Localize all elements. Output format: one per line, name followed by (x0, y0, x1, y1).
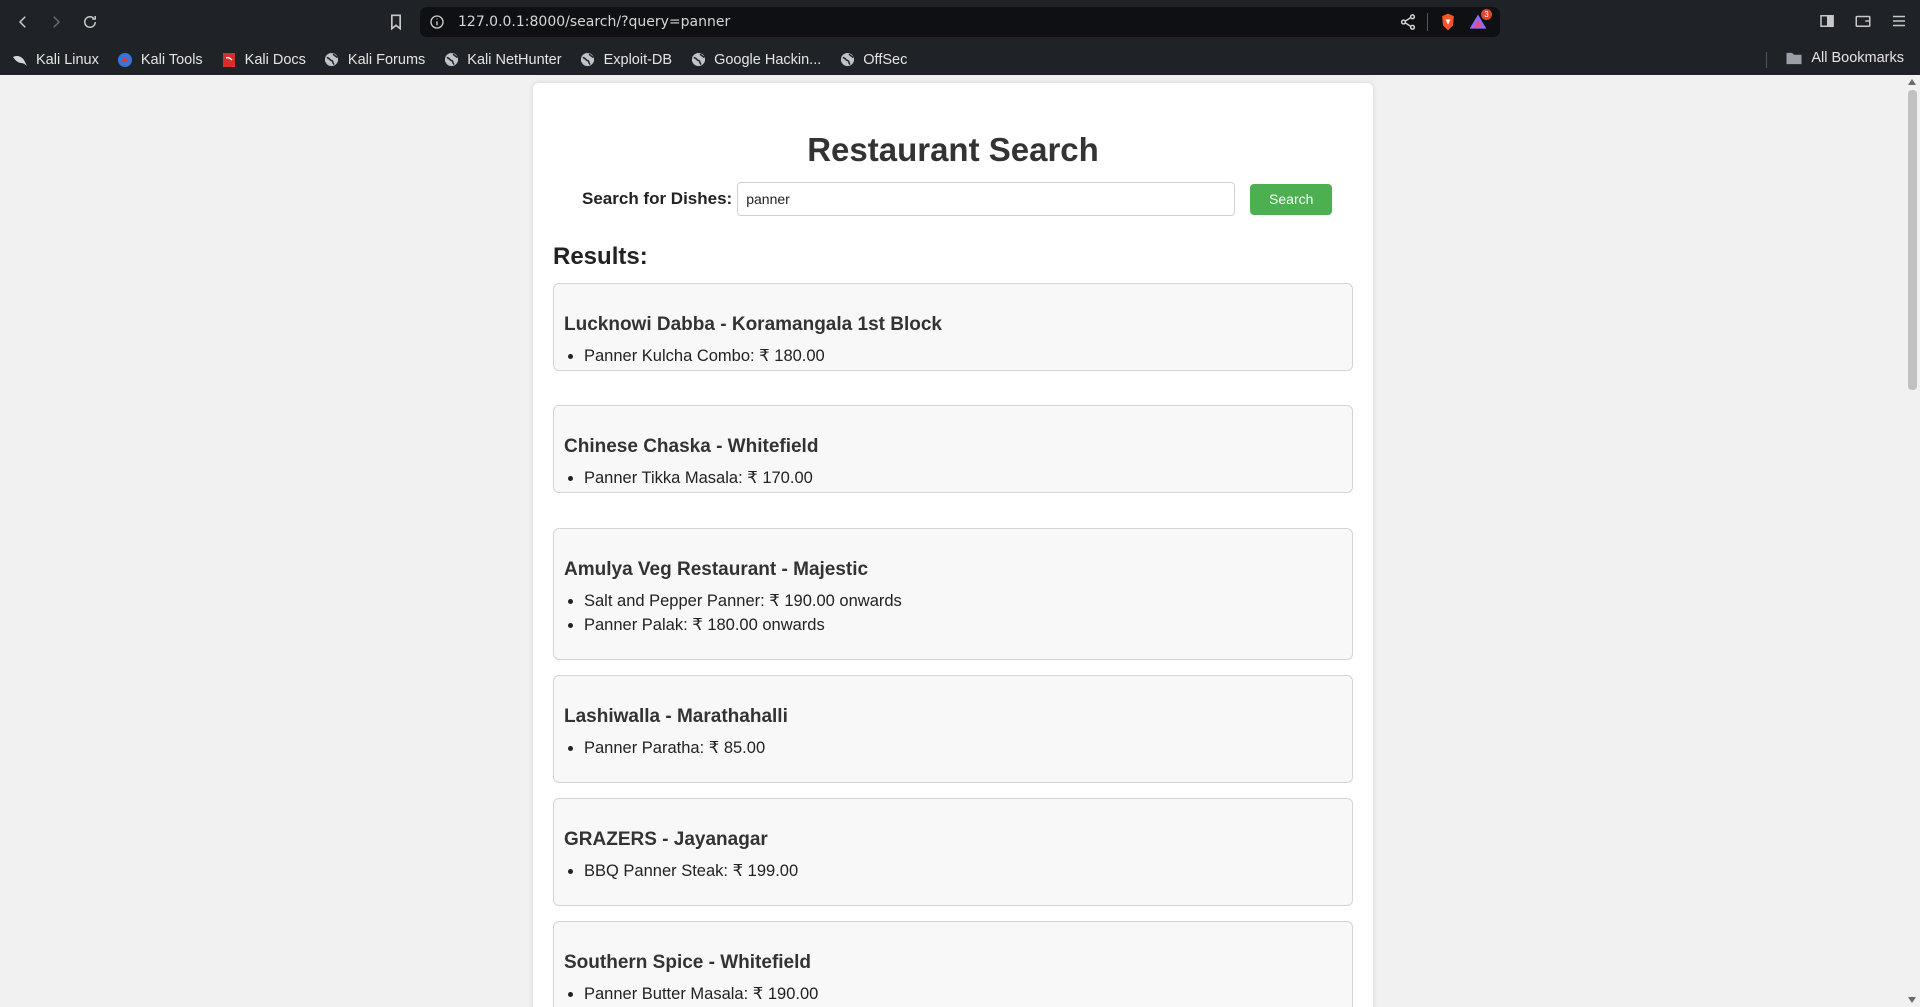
page-viewport: Restaurant Search Search for Dishes: Sea… (0, 75, 1920, 1007)
dish-item: Salt and Pepper Panner: ₹ 190.00 onwards (584, 589, 902, 613)
dish-list: Panner Butter Masala: ₹ 190.00 (584, 982, 818, 1006)
back-icon[interactable] (11, 10, 35, 34)
globe-icon (690, 52, 706, 68)
brave-rewards-icon[interactable]: 3 (1468, 9, 1492, 32)
brave-shields-icon[interactable] (1438, 12, 1458, 32)
result-card: GRAZERS - Jayanagar BBQ Panner Steak: ₹ … (553, 798, 1353, 906)
bookmark-label: Kali NetHunter (467, 51, 562, 68)
dish-item: Panner Paratha: ₹ 85.00 (584, 736, 765, 760)
share-icon[interactable] (1399, 13, 1417, 31)
site-info-icon[interactable] (428, 13, 446, 31)
bookmark-kali-nethunter[interactable]: Kali NetHunter (443, 51, 562, 68)
folder-icon (1785, 50, 1803, 66)
dish-item: BBQ Panner Steak: ₹ 199.00 (584, 859, 798, 883)
rewards-badge: 3 (1481, 9, 1492, 20)
dish-item: Panner Kulcha Combo: ₹ 180.00 (584, 344, 825, 368)
result-card: Chinese Chaska - Whitefield Panner Tikka… (553, 405, 1353, 493)
restaurant-name: Chinese Chaska - Whitefield (564, 436, 819, 457)
scroll-thumb[interactable] (1908, 90, 1917, 390)
url-text[interactable]: 127.0.0.1:8000/search/?query=panner (458, 14, 730, 30)
scroll-up-icon[interactable] (1908, 79, 1916, 85)
all-bookmarks-label: All Bookmarks (1811, 50, 1904, 66)
bookmark-label: Kali Tools (140, 51, 203, 68)
scroll-down-icon[interactable] (1908, 997, 1916, 1003)
bookmarks-divider (1766, 52, 1767, 68)
dish-item: Panner Tikka Masala: ₹ 170.00 (584, 466, 813, 490)
result-card: Lashiwalla - Marathahalli Panner Paratha… (553, 675, 1353, 783)
bookmark-label: Kali Forums (347, 51, 426, 68)
bookmark-label: Kali Linux (36, 51, 99, 68)
bookmark-label: Google Hackin... (714, 51, 822, 68)
bookmark-label: OffSec (863, 51, 908, 68)
dish-list: Salt and Pepper Panner: ₹ 190.00 onwards… (584, 589, 902, 637)
wallet-icon[interactable] (1852, 10, 1874, 32)
search-input[interactable] (737, 182, 1236, 216)
sidebar-toggle-icon[interactable] (1816, 10, 1838, 32)
bookmark-label: Exploit-DB (603, 51, 673, 68)
bookmark-page-icon[interactable] (386, 12, 406, 32)
kali-dragon-icon (12, 52, 28, 68)
bookmark-label: Kali Docs (244, 51, 306, 68)
kali-tools-icon (117, 52, 133, 68)
forward-icon[interactable] (44, 10, 68, 34)
dish-list: Panner Tikka Masala: ₹ 170.00 (584, 466, 813, 490)
restaurant-name: GRAZERS - Jayanagar (564, 829, 768, 850)
search-form: Search for Dishes: Search (582, 182, 1333, 216)
globe-icon (839, 52, 855, 68)
dish-list: Panner Paratha: ₹ 85.00 (584, 736, 765, 760)
bookmarks-bar: Kali Linux Kali Tools Kali Docs Kali For… (0, 44, 1920, 75)
restaurant-name: Southern Spice - Whitefield (564, 952, 812, 973)
bookmark-google-hacking[interactable]: Google Hackin... (690, 52, 821, 68)
result-card: Southern Spice - Whitefield Panner Butte… (553, 921, 1353, 1007)
reload-icon[interactable] (78, 10, 102, 34)
bookmark-kali-tools[interactable]: Kali Tools (117, 52, 203, 68)
search-button[interactable]: Search (1250, 183, 1333, 215)
globe-icon (580, 52, 596, 68)
dish-item: Panner Palak: ₹ 180.00 onwards (584, 613, 902, 637)
menu-icon[interactable] (1888, 10, 1910, 32)
search-container: Restaurant Search Search for Dishes: Sea… (533, 83, 1373, 1007)
bookmark-kali-forums[interactable]: Kali Forums (324, 52, 425, 68)
dish-item: Panner Butter Masala: ₹ 190.00 (584, 982, 818, 1006)
dish-list: Panner Kulcha Combo: ₹ 180.00 (584, 344, 825, 368)
globe-icon (324, 52, 340, 68)
bookmark-offsec[interactable]: OffSec (839, 52, 907, 68)
restaurant-name: Amulya Veg Restaurant - Majestic (564, 559, 869, 580)
bookmark-kali-linux[interactable]: Kali Linux (12, 52, 99, 68)
page-title: Restaurant Search (807, 131, 1099, 168)
restaurant-name: Lucknowi Dabba - Koramangala 1st Block (564, 314, 942, 335)
browser-toolbar: 127.0.0.1:8000/search/?query=panner 3 (0, 0, 1920, 44)
all-bookmarks-button[interactable]: All Bookmarks (1785, 50, 1904, 66)
browser-chrome: 127.0.0.1:8000/search/?query=panner 3 Ka… (0, 0, 1920, 75)
address-bar[interactable]: 127.0.0.1:8000/search/?query=panner 3 (420, 7, 1500, 37)
globe-icon (443, 52, 459, 68)
search-label: Search for Dishes: (582, 189, 733, 208)
restaurant-name: Lashiwalla - Marathahalli (564, 706, 788, 727)
bookmark-exploit-db[interactable]: Exploit-DB (580, 51, 673, 68)
results-heading: Results: (553, 243, 648, 270)
kali-docs-icon (221, 52, 237, 68)
result-card: Amulya Veg Restaurant - Majestic Salt an… (553, 528, 1353, 660)
url-divider (1427, 13, 1428, 31)
dish-list: BBQ Panner Steak: ₹ 199.00 (584, 859, 798, 883)
bookmark-kali-docs[interactable]: Kali Docs (221, 52, 306, 68)
page-scrollbar[interactable] (1905, 75, 1920, 1007)
result-card: Lucknowi Dabba - Koramangala 1st Block P… (553, 283, 1353, 371)
